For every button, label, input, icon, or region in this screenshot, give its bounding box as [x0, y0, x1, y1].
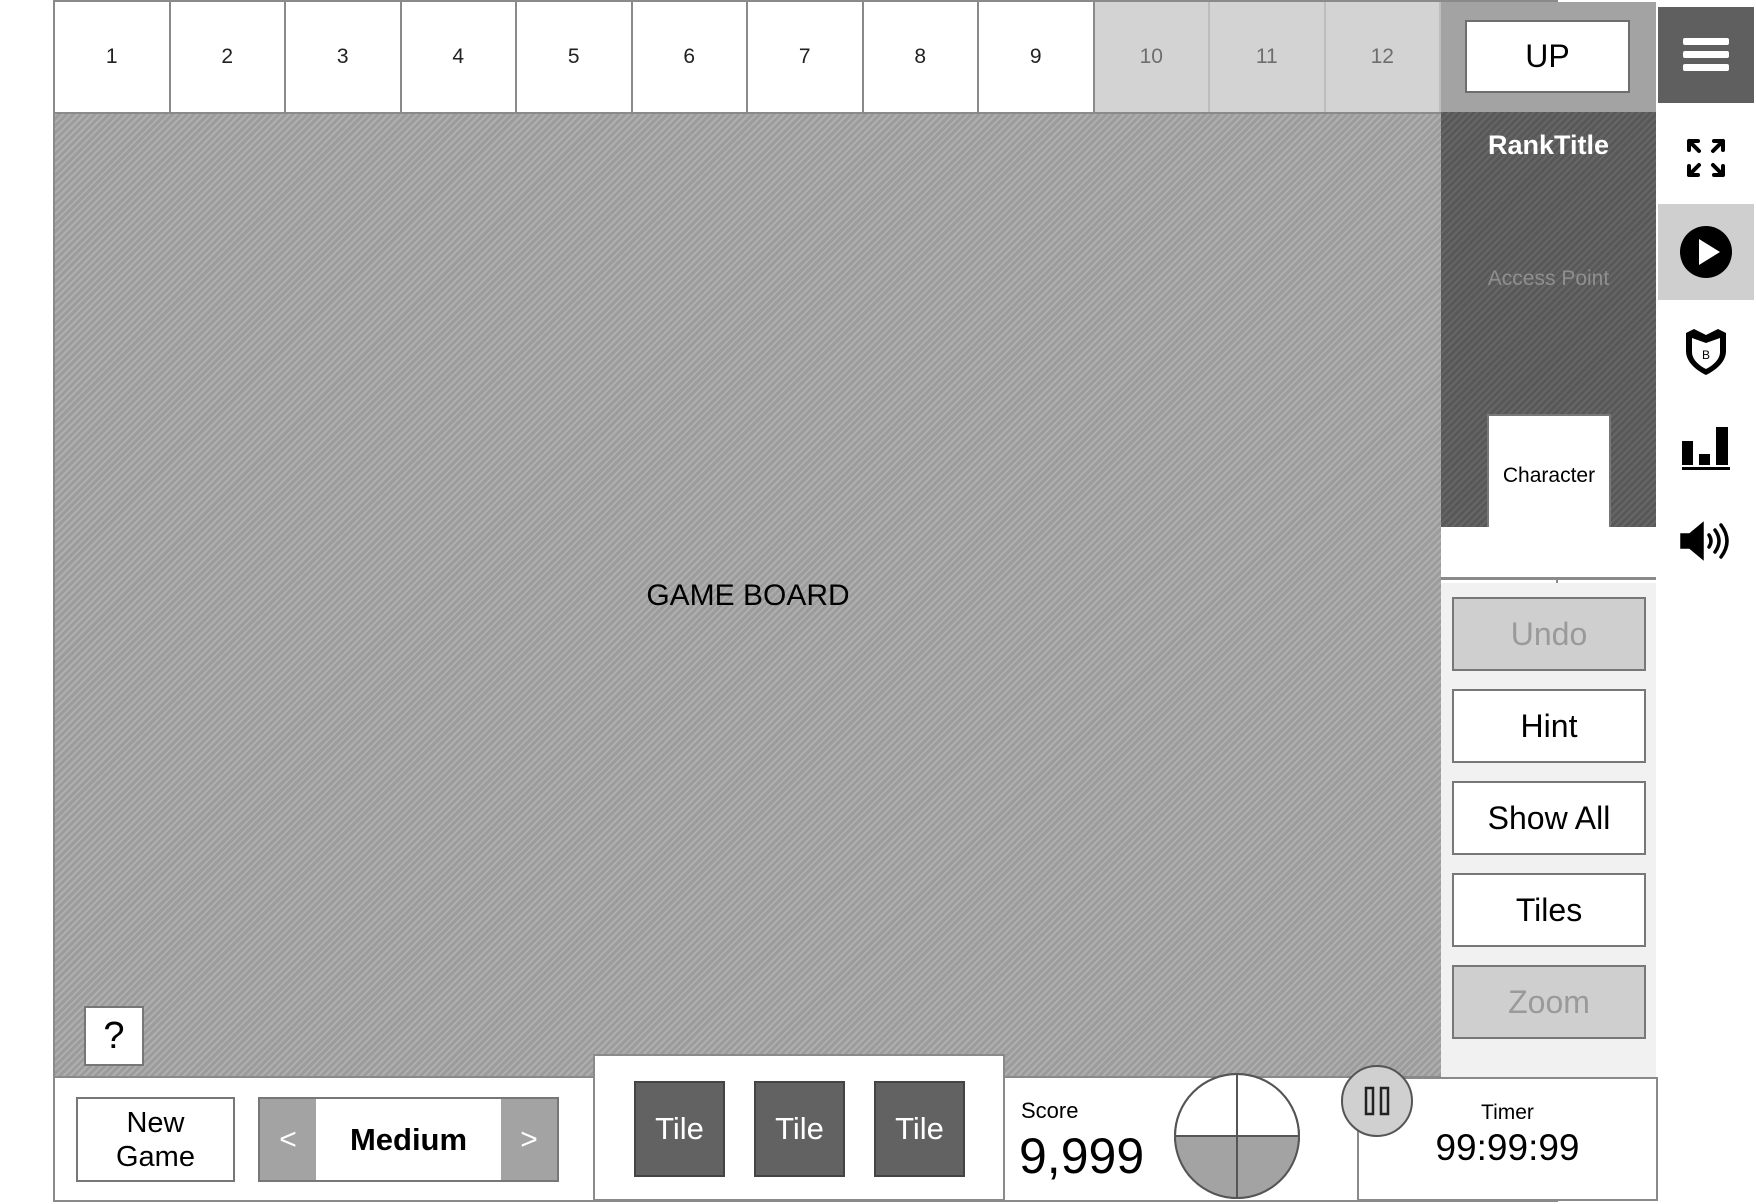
new-game-label-line2: Game: [116, 1140, 195, 1173]
undo-button[interactable]: Undo: [1452, 597, 1646, 671]
level-button-9[interactable]: 9: [979, 2, 1095, 112]
play-icon[interactable]: [1658, 204, 1754, 300]
hint-button[interactable]: Hint: [1452, 689, 1646, 763]
tile-tray: Tile Tile Tile: [593, 1054, 1005, 1201]
badge-letter: B: [1702, 348, 1710, 362]
pause-icon: [1364, 1086, 1390, 1116]
access-point-label: Access Point: [1487, 267, 1610, 290]
progress-pie: [1174, 1073, 1300, 1199]
new-game-button[interactable]: New Game: [76, 1097, 235, 1182]
up-button[interactable]: UP: [1465, 20, 1630, 93]
sound-icon[interactable]: [1658, 493, 1754, 589]
game-board[interactable]: GAME BOARD ?: [55, 112, 1441, 1078]
game-board-label: GAME BOARD: [646, 579, 850, 612]
difficulty-prev-button[interactable]: <: [260, 1099, 316, 1180]
tile-slot-3[interactable]: Tile: [874, 1081, 965, 1177]
rank-panel: RankTitle Access Point Character: [1441, 112, 1656, 538]
character-avatar[interactable]: Character: [1487, 414, 1611, 538]
icon-sidebar: B: [1658, 0, 1754, 1202]
rank-panel-footer: [1441, 527, 1656, 580]
tile-slot-2[interactable]: Tile: [754, 1081, 845, 1177]
level-button-12: 12: [1325, 2, 1441, 112]
level-button-8[interactable]: 8: [863, 2, 979, 112]
difficulty-next-button[interactable]: >: [501, 1099, 557, 1180]
level-button-1[interactable]: 1: [55, 2, 171, 112]
score-value: 9,999: [1019, 1128, 1145, 1184]
level-button-7[interactable]: 7: [748, 2, 864, 112]
zoom-button[interactable]: Zoom: [1452, 965, 1646, 1039]
tiles-button[interactable]: Tiles: [1452, 873, 1646, 947]
level-button-5[interactable]: 5: [517, 2, 633, 112]
level-button-2[interactable]: 2: [170, 2, 286, 112]
timer-value: 99:99:99: [1435, 1127, 1580, 1168]
score-label: Score: [1021, 1098, 1079, 1123]
rank-title: RankTitle: [1487, 130, 1610, 160]
difficulty-selector: < Medium >: [258, 1097, 559, 1182]
level-button-11: 11: [1210, 2, 1326, 112]
badge-shield-icon[interactable]: B: [1658, 304, 1754, 400]
help-button[interactable]: ?: [84, 1006, 144, 1066]
difficulty-value: Medium: [316, 1099, 501, 1180]
level-button-10: 10: [1094, 2, 1210, 112]
up-button-area: UP: [1441, 2, 1656, 112]
tile-slot-1[interactable]: Tile: [634, 1081, 725, 1177]
pause-button[interactable]: [1341, 1065, 1413, 1137]
new-game-label-line1: New: [126, 1106, 185, 1139]
fullscreen-icon[interactable]: [1658, 110, 1754, 206]
menu-icon[interactable]: [1658, 7, 1754, 103]
show-all-button[interactable]: Show All: [1452, 781, 1646, 855]
leaderboard-icon[interactable]: [1658, 400, 1754, 496]
level-button-6[interactable]: 6: [632, 2, 748, 112]
level-selector: 1 2 3 4 5 6 7 8 9 10 11 12: [55, 2, 1441, 112]
level-button-4[interactable]: 4: [401, 2, 517, 112]
action-panel: Undo Hint Show All Tiles Zoom: [1441, 583, 1656, 1078]
level-button-3[interactable]: 3: [286, 2, 402, 112]
